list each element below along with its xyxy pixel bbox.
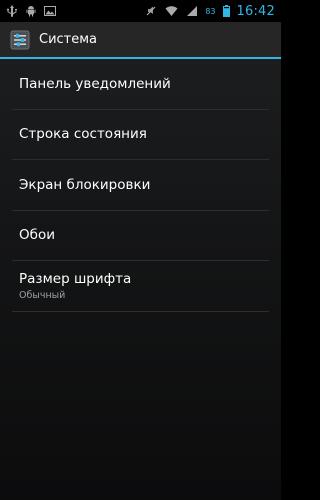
clock: 16:42	[236, 3, 275, 19]
setting-wallpaper[interactable]: Обои	[12, 211, 269, 261]
list-item-summary: Обычный	[19, 290, 66, 301]
android-debug-icon	[26, 6, 36, 17]
setting-notification-panel[interactable]: Панель уведомлений	[12, 59, 269, 110]
status-bar: 83 16:42	[0, 0, 281, 22]
battery-icon	[222, 5, 230, 17]
status-left-icons	[6, 5, 56, 17]
image-icon	[44, 6, 56, 16]
list-item-label: Размер шрифта	[19, 271, 132, 287]
list-item-label: Панель уведомлений	[19, 75, 171, 92]
action-bar: Система	[0, 22, 281, 59]
status-right-icons: 83 16:42	[145, 4, 275, 19]
settings-content: Панель уведомлений Строка состояния Экра…	[0, 59, 281, 500]
settings-app-icon[interactable]	[10, 30, 30, 50]
settings-list: Панель уведомлений Строка состояния Экра…	[0, 59, 281, 312]
page-title: Система	[39, 32, 98, 47]
battery-level-text: 83	[205, 6, 216, 16]
setting-lock-screen[interactable]: Экран блокировки	[12, 160, 269, 211]
setting-status-bar[interactable]: Строка состояния	[12, 110, 269, 160]
list-item-label: Экран блокировки	[19, 176, 151, 193]
usb-icon	[7, 5, 17, 17]
wifi-icon	[165, 6, 178, 16]
setting-font-size[interactable]: Размер шрифта Обычный	[12, 261, 269, 312]
mute-icon	[146, 6, 156, 16]
list-item-label: Строка состояния	[19, 126, 147, 143]
list-item-label: Обои	[19, 227, 55, 244]
signal-icon	[187, 6, 198, 16]
